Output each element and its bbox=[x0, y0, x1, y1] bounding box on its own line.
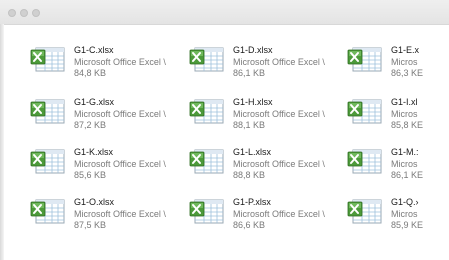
file-details: G1-H.xlsx Microsoft Office Excel \ 88,1 KB bbox=[233, 97, 351, 132]
file-name: G1-O.xlsx bbox=[74, 197, 115, 207]
file-type: Microsoft Office Excel \ bbox=[74, 208, 166, 219]
file-size: 86,6 KB bbox=[233, 220, 266, 230]
file-details: G1-P.xlsx Microsoft Office Excel \ 86,6 KB bbox=[233, 197, 351, 232]
file-type: Microsoft Office Excel \ bbox=[74, 158, 166, 169]
file-details: G1-O.xlsx Microsoft Office Excel \ 87,5 KB bbox=[74, 197, 192, 232]
file-list: G1-C.xlsx Microsoft Office Excel \ 84,8 KB… bbox=[4, 25, 449, 260]
file-type: Microsoft Office Excel \ bbox=[74, 108, 166, 119]
file-type: Micros bbox=[391, 56, 418, 67]
file-name: G1-I.xl bbox=[391, 97, 418, 107]
excel-spreadsheet-icon bbox=[30, 149, 65, 174]
file-name: G1-G.xlsx bbox=[74, 97, 115, 107]
file-details: G1-K.xlsx Microsoft Office Excel \ 85,6 KB bbox=[74, 147, 192, 182]
excel-spreadsheet-icon bbox=[30, 99, 65, 124]
file-size: 88,1 KB bbox=[233, 120, 266, 130]
excel-spreadsheet-icon bbox=[347, 47, 382, 72]
file-details: G1-G.xlsx Microsoft Office Excel \ 87,2 KB bbox=[74, 97, 192, 132]
file-details: G1-Q.› Micros 85,9 KE bbox=[391, 197, 449, 232]
file-name: G1-P.xlsx bbox=[233, 197, 271, 207]
file-details: G1-C.xlsx Microsoft Office Excel \ 84,8 KB bbox=[74, 45, 192, 80]
file-size: 84,8 KB bbox=[74, 68, 107, 78]
file-tile[interactable]: G1-Q.› Micros 85,9 KE bbox=[347, 193, 449, 237]
file-tile[interactable]: G1-D.xlsx Microsoft Office Excel \ 86,1 KB bbox=[189, 41, 349, 85]
file-type: Micros bbox=[391, 158, 418, 169]
file-type: Microsoft Office Excel \ bbox=[233, 108, 325, 119]
maximize-window-button[interactable] bbox=[32, 9, 40, 17]
excel-spreadsheet-icon bbox=[347, 149, 382, 174]
title-bar[interactable] bbox=[0, 0, 449, 25]
file-tile[interactable]: G1-I.xl Micros 85,8 KE bbox=[347, 93, 449, 137]
file-name: G1-C.xlsx bbox=[74, 45, 114, 55]
excel-spreadsheet-icon bbox=[30, 47, 65, 72]
file-name: G1-D.xlsx bbox=[233, 45, 273, 55]
file-tile[interactable]: G1-G.xlsx Microsoft Office Excel \ 87,2 KB bbox=[30, 93, 190, 137]
file-type: Microsoft Office Excel \ bbox=[233, 158, 325, 169]
file-type: Microsoft Office Excel \ bbox=[233, 56, 325, 67]
file-tile[interactable]: G1-K.xlsx Microsoft Office Excel \ 85,6 KB bbox=[30, 143, 190, 187]
file-details: G1-E.x Micros 86,3 KE bbox=[391, 45, 449, 80]
excel-spreadsheet-icon bbox=[189, 99, 224, 124]
excel-spreadsheet-icon bbox=[189, 149, 224, 174]
file-size: 86,1 KB bbox=[233, 68, 266, 78]
file-size: 87,5 KB bbox=[74, 220, 107, 230]
excel-spreadsheet-icon bbox=[347, 199, 382, 224]
file-details: G1-M.: Micros 86,1 KE bbox=[391, 147, 449, 182]
minimize-window-button[interactable] bbox=[20, 9, 28, 17]
file-size: 87,2 KB bbox=[74, 120, 107, 130]
file-tile[interactable]: G1-C.xlsx Microsoft Office Excel \ 84,8 KB bbox=[30, 41, 190, 85]
file-tile[interactable]: G1-L.xlsx Microsoft Office Excel \ 88,8 KB bbox=[189, 143, 349, 187]
file-tile[interactable]: G1-O.xlsx Microsoft Office Excel \ 87,5 KB bbox=[30, 193, 190, 237]
excel-spreadsheet-icon bbox=[30, 199, 65, 224]
excel-spreadsheet-icon bbox=[189, 199, 224, 224]
file-details: G1-L.xlsx Microsoft Office Excel \ 88,8 KB bbox=[233, 147, 351, 182]
file-size: 86,1 KE bbox=[391, 170, 424, 180]
file-name: G1-M.: bbox=[391, 147, 419, 157]
file-tile[interactable]: G1-H.xlsx Microsoft Office Excel \ 88,1 KB bbox=[189, 93, 349, 137]
file-size: 85,8 KE bbox=[391, 120, 424, 130]
file-explorer-window: G1-C.xlsx Microsoft Office Excel \ 84,8 KB… bbox=[0, 0, 449, 260]
file-name: G1-H.xlsx bbox=[233, 97, 273, 107]
file-name: G1-Q.› bbox=[391, 197, 419, 207]
file-details: G1-I.xl Micros 85,8 KE bbox=[391, 97, 449, 132]
close-window-button[interactable] bbox=[8, 9, 16, 17]
file-tile[interactable]: G1-P.xlsx Microsoft Office Excel \ 86,6 KB bbox=[189, 193, 349, 237]
file-details: G1-D.xlsx Microsoft Office Excel \ 86,1 KB bbox=[233, 45, 351, 80]
file-type: Micros bbox=[391, 108, 418, 119]
file-size: 86,3 KE bbox=[391, 68, 424, 78]
file-type: Microsoft Office Excel \ bbox=[233, 208, 325, 219]
file-type: Micros bbox=[391, 208, 418, 219]
file-tile[interactable]: G1-M.: Micros 86,1 KE bbox=[347, 143, 449, 187]
file-name: G1-K.xlsx bbox=[74, 147, 114, 157]
file-size: 85,6 KB bbox=[74, 170, 107, 180]
file-name: G1-E.x bbox=[391, 45, 420, 55]
file-size: 85,9 KE bbox=[391, 220, 424, 230]
file-name: G1-L.xlsx bbox=[233, 147, 272, 157]
excel-spreadsheet-icon bbox=[189, 47, 224, 72]
file-tile[interactable]: G1-E.x Micros 86,3 KE bbox=[347, 41, 449, 85]
file-type: Microsoft Office Excel \ bbox=[74, 56, 166, 67]
excel-spreadsheet-icon bbox=[347, 99, 382, 124]
file-size: 88,8 KB bbox=[233, 170, 266, 180]
